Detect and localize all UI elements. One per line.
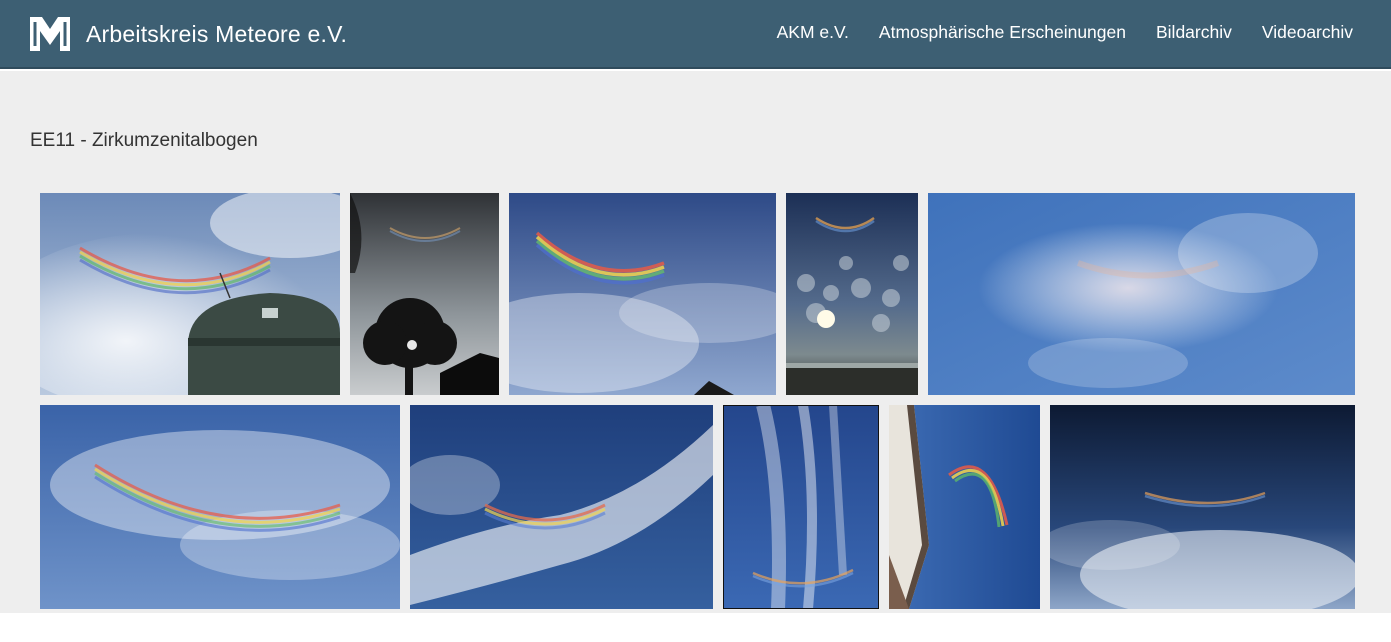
main-navigation: AKM e.V. Atmosphärische Erscheinungen Bi…: [777, 22, 1353, 43]
gallery-photo-4[interactable]: [786, 193, 918, 395]
photo-arc-cirrus-veil: [40, 405, 400, 609]
photo-arc-building-wall: [889, 405, 1040, 609]
nav-item-video-archive: Videoarchiv: [1262, 22, 1353, 43]
page-bottom-area: [0, 613, 1391, 642]
gallery-photo-7[interactable]: [410, 405, 713, 609]
gallery-photo-10[interactable]: [1050, 405, 1355, 609]
gallery-photo-3[interactable]: [509, 193, 776, 395]
page-title: EE11 - Zirkumzenitalbogen: [30, 130, 258, 151]
nav-item-akm: AKM e.V.: [777, 22, 849, 43]
nav-item-image-archive: Bildarchiv: [1156, 22, 1232, 43]
gallery-photo-2[interactable]: [350, 193, 499, 395]
gallery-row-2: [40, 405, 1355, 609]
nav-item-atmospheric-phenomena: Atmosphärische Erscheinungen: [879, 22, 1126, 43]
brand-home-link[interactable]: Arbeitskreis Meteore e.V.: [28, 14, 347, 54]
gallery-photo-8[interactable]: [723, 405, 879, 609]
gallery-photo-1[interactable]: [40, 193, 340, 395]
photo-arc-dark-sky: [1050, 405, 1355, 609]
photo-arc-observatory: [40, 193, 340, 395]
nav-link-atmospheric-phenomena[interactable]: Atmosphärische Erscheinungen: [879, 22, 1126, 42]
gallery-row-1: [40, 193, 1355, 395]
main-content: EE11 - Zirkumzenitalbogen: [0, 71, 1391, 613]
photo-arc-altocumulus-sun: [786, 193, 918, 395]
gallery-photo-9[interactable]: [889, 405, 1040, 609]
photo-iridescent-cirrus: [928, 193, 1355, 395]
photo-arc-bright-cirrus: [509, 193, 776, 395]
nav-link-video-archive[interactable]: Videoarchiv: [1262, 22, 1353, 42]
photo-arc-wispy-cirrus: [723, 405, 879, 609]
brand-name: Arbeitskreis Meteore e.V.: [86, 20, 348, 47]
photo-arc-tree-silhouette: [350, 193, 499, 395]
photo-arc-cirrus-streak: [410, 405, 713, 609]
gallery-photo-6[interactable]: [40, 405, 400, 609]
akm-logo-icon: [30, 17, 70, 51]
nav-link-image-archive[interactable]: Bildarchiv: [1156, 22, 1232, 42]
gallery-photo-5[interactable]: [928, 193, 1355, 395]
nav-link-akm[interactable]: AKM e.V.: [777, 22, 849, 42]
navbar: Arbeitskreis Meteore e.V. AKM e.V. Atmos…: [0, 0, 1391, 69]
